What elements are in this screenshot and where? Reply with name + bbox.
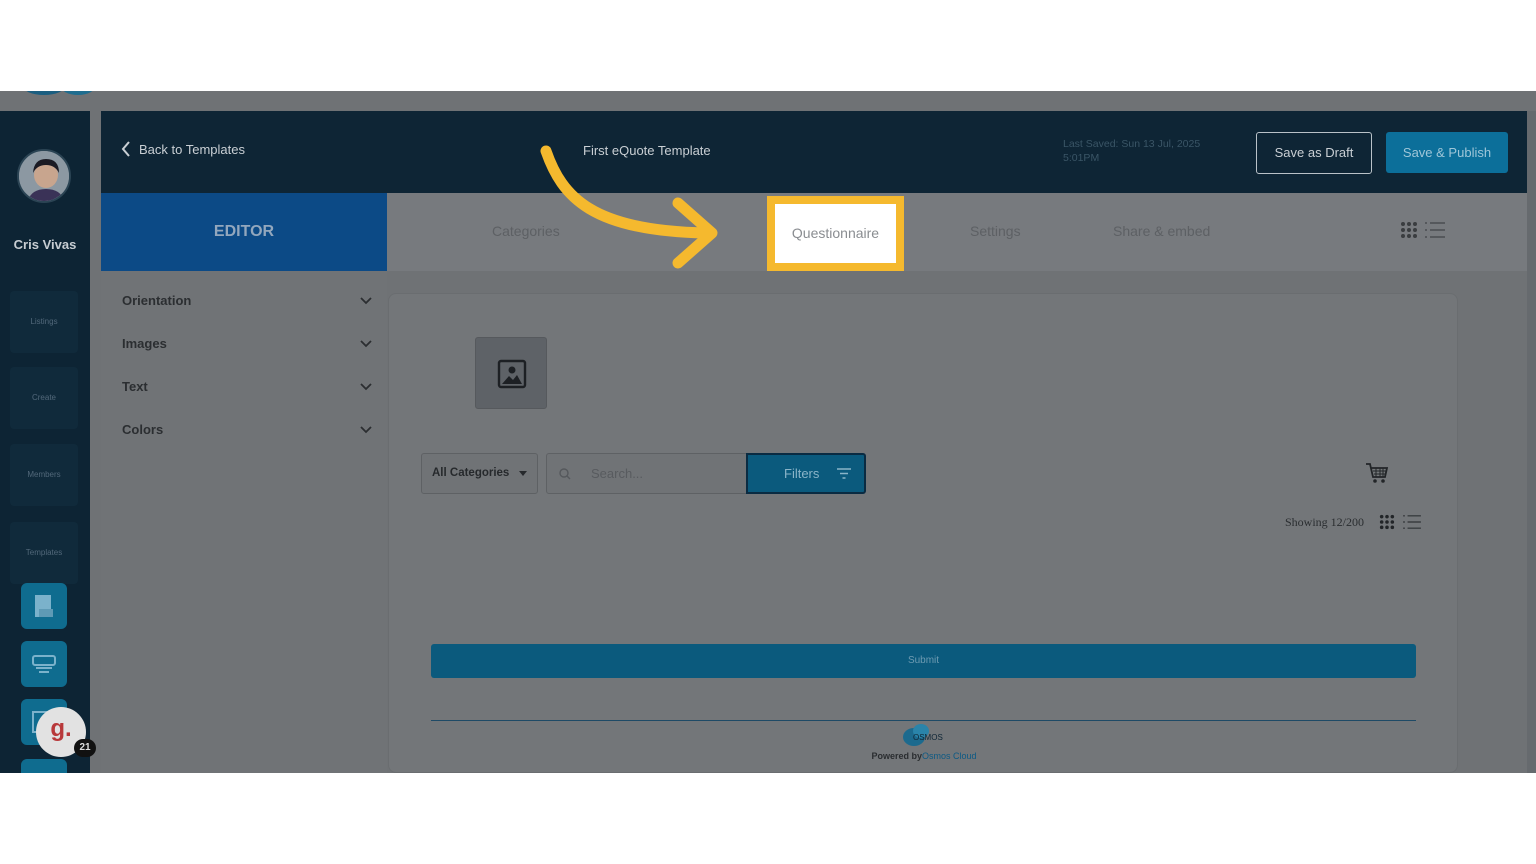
accordion-text[interactable]: Text: [122, 379, 372, 394]
filter-icon: [837, 468, 851, 479]
powered-by-label: Powered by: [871, 751, 922, 761]
logo-image-placeholder[interactable]: [475, 337, 547, 409]
accordion-orientation[interactable]: Orientation: [122, 293, 372, 308]
back-to-templates-link[interactable]: Back to Templates: [121, 141, 245, 157]
filters-label: Filters: [784, 466, 820, 481]
app-screen: Cris Vivas Listings Create Members Templ…: [0, 91, 1536, 773]
grid-view-icon[interactable]: [1400, 221, 1418, 239]
quote-app-tile[interactable]: [21, 583, 67, 629]
editor-header: Back to Templates First eQuote Template …: [101, 111, 1527, 193]
chevron-down-icon: [360, 425, 372, 433]
tab-editor[interactable]: EDITOR: [101, 193, 387, 271]
tab-questionnaire[interactable]: Questionnaire: [775, 204, 896, 263]
layout-toggle: [1400, 221, 1446, 239]
template-preview: All Categories Filters Showing 12/200: [388, 293, 1458, 773]
accordion-colors[interactable]: Colors: [122, 422, 372, 437]
brand-logo-icon: [26, 91, 93, 95]
list-view-icon[interactable]: [1424, 221, 1446, 239]
search-icon: [559, 468, 571, 480]
grammarly-count: 21: [74, 739, 96, 757]
document-icon: [35, 595, 53, 617]
tab-settings[interactable]: Settings: [970, 223, 1021, 239]
sidebar-item-members[interactable]: Members: [10, 444, 78, 506]
sidebar-item-create[interactable]: Create: [10, 367, 78, 429]
back-label: Back to Templates: [139, 141, 245, 157]
caret-down-icon: [519, 471, 527, 476]
submit-button[interactable]: Submit: [431, 644, 1416, 678]
accordion-images[interactable]: Images: [122, 336, 372, 351]
save-publish-button[interactable]: Save & Publish: [1386, 132, 1508, 173]
search-input[interactable]: [591, 454, 741, 493]
chevron-down-icon: [360, 296, 372, 304]
cart-sign-icon: [32, 655, 56, 673]
footer-divider: [431, 720, 1416, 721]
last-saved-time: 5:01PM: [1063, 152, 1100, 164]
osmos-cloud-link[interactable]: Osmos Cloud: [922, 751, 977, 761]
chevron-down-icon: [360, 382, 372, 390]
save-as-draft-button[interactable]: Save as Draft: [1256, 132, 1372, 174]
sidebar-item-listings[interactable]: Listings: [10, 291, 78, 353]
category-select-value: All Categories: [432, 467, 510, 479]
filters-button[interactable]: Filters: [746, 453, 866, 494]
category-select[interactable]: All Categories: [421, 453, 538, 494]
images-label: Images: [122, 336, 167, 351]
sidebar-item-templates[interactable]: Templates: [10, 522, 78, 584]
text-label: Text: [122, 379, 148, 394]
avatar[interactable]: [17, 149, 71, 203]
last-saved-date: Last Saved: Sun 13 Jul, 2025: [1063, 138, 1201, 150]
more-app-tile[interactable]: [21, 759, 67, 773]
chevron-down-icon: [360, 339, 372, 347]
last-saved-status: Last Saved: Sun 13 Jul, 2025 5:01PM: [1063, 137, 1223, 165]
editor-tab-bar: EDITOR Categories Questionnaire Settings…: [101, 193, 1527, 271]
search-field[interactable]: [546, 453, 747, 494]
osmos-logo-icon: OSMOS: [903, 724, 943, 746]
results-layout-toggle: [1379, 514, 1423, 530]
page-scrollbar[interactable]: [1527, 111, 1536, 773]
tab-share-embed[interactable]: Share & embed: [1113, 223, 1210, 239]
questionnaire-highlight: Questionnaire: [767, 196, 904, 271]
cart-icon[interactable]: [1365, 462, 1389, 484]
settings-panel: Orientation Images Text Colors: [101, 271, 387, 773]
showing-count: Showing 12/200: [1285, 515, 1365, 529]
cart-app-tile[interactable]: [21, 641, 67, 687]
sidebar: Cris Vivas Listings Create Members Templ…: [0, 111, 96, 773]
orientation-label: Orientation: [122, 293, 192, 308]
footer-logo-text: OSMOS: [913, 733, 943, 742]
tutorial-arrow-icon: [540, 145, 718, 269]
powered-by: Powered byOsmos Cloud: [389, 751, 1459, 761]
list-view-icon[interactable]: [1401, 514, 1423, 530]
user-name: Cris Vivas: [13, 237, 77, 252]
chevron-left-icon: [121, 141, 130, 157]
image-icon: [497, 359, 527, 389]
colors-label: Colors: [122, 422, 164, 437]
grid-view-icon[interactable]: [1379, 514, 1395, 530]
